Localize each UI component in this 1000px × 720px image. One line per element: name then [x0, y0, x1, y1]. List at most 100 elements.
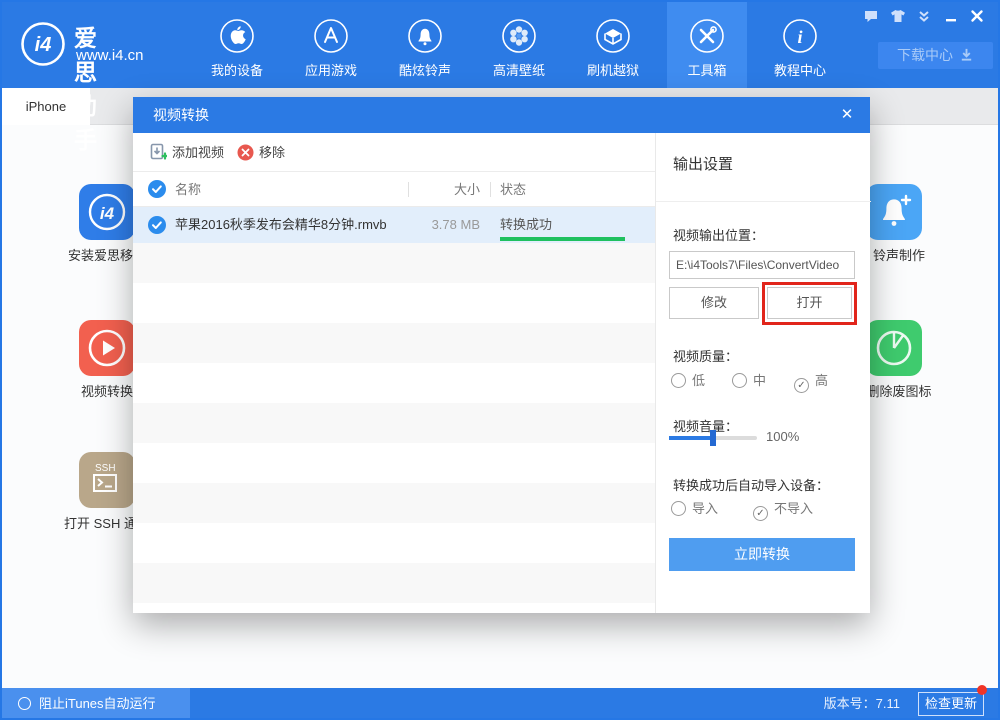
tool-remove-junk-icons-icon[interactable] — [866, 320, 922, 376]
dialog-close-icon[interactable]: ✕ — [836, 105, 858, 125]
nav-ringtones[interactable]: 酷炫铃声 — [385, 0, 465, 88]
nav-flash-jailbreak[interactable]: 刷机越狱 — [573, 0, 653, 88]
add-video-icon — [149, 143, 167, 161]
import-radio[interactable]: 导入 — [671, 498, 718, 516]
svg-text:i: i — [797, 27, 802, 47]
empty-list-rows — [133, 243, 655, 613]
remove-button[interactable]: 移除 — [237, 133, 285, 172]
row-checkbox[interactable] — [148, 216, 166, 234]
dialog-title: 视频转换 — [153, 97, 209, 133]
col-status[interactable]: 状态 — [500, 172, 526, 207]
quality-high-radio[interactable]: ✓高 — [794, 370, 828, 388]
nav-wallpapers[interactable]: 高清壁纸 — [479, 0, 559, 88]
dialog-toolbar: 添加视频 移除 — [133, 133, 655, 172]
app-window: i4 爱思助手 www.i4.cn 我的设备 应用游戏 — [0, 0, 1000, 720]
toggle-circle-icon — [18, 697, 31, 710]
radio-label: 中 — [753, 373, 766, 388]
nav-my-device[interactable]: 我的设备 — [197, 0, 277, 88]
volume-label: 视频音量： — [673, 416, 738, 435]
check-update-button[interactable]: 检查更新 — [918, 692, 984, 716]
info-icon: i — [782, 18, 818, 54]
video-convert-dialog: 视频转换 ✕ 添加视频 移除 名称 — [133, 97, 870, 613]
remove-label: 移除 — [259, 145, 285, 160]
update-notification-dot — [977, 685, 987, 695]
radio-label: 低 — [692, 373, 705, 388]
radio-checked-icon: ✓ — [753, 506, 768, 521]
wallpaper-flower-icon — [501, 18, 537, 54]
nav-label: 教程中心 — [760, 60, 840, 79]
quality-mid-radio[interactable]: 中 — [732, 370, 766, 388]
modify-button[interactable]: 修改 — [669, 287, 759, 319]
col-name[interactable]: 名称 — [175, 172, 201, 207]
radio-icon — [732, 373, 747, 388]
add-video-label: 添加视频 — [172, 145, 224, 160]
svg-text:i4: i4 — [35, 34, 52, 56]
dialog-titlebar: 视频转换 ✕ — [133, 97, 870, 133]
status-bar: 阻止iTunes自动运行 版本号：7.11 检查更新 — [0, 688, 1000, 720]
block-itunes-toggle[interactable]: 阻止iTunes自动运行 — [0, 688, 190, 720]
nav-apps-games[interactable]: 应用游戏 — [291, 0, 371, 88]
volume-slider-fill — [669, 436, 713, 440]
file-size: 3.78 MB — [373, 207, 480, 243]
volume-slider-handle[interactable] — [710, 430, 716, 446]
nav-label: 高清壁纸 — [479, 60, 559, 79]
download-icon — [959, 47, 974, 62]
close-icon[interactable] — [968, 7, 986, 25]
tool-ssh-icon[interactable]: SSH — [79, 452, 135, 508]
nav-label: 工具箱 — [667, 60, 747, 79]
feedback-icon[interactable] — [862, 7, 880, 25]
col-size[interactable]: 大小 — [413, 172, 480, 207]
app-title: 爱思助手 — [74, 19, 100, 155]
file-name: 苹果2016秋季发布会精华8分钟.rmvb — [175, 207, 387, 243]
jailbreak-box-icon — [595, 18, 631, 54]
download-center-button[interactable]: 下载中心 — [878, 42, 993, 69]
column-divider — [408, 182, 409, 197]
nav-label: 刷机越狱 — [573, 60, 653, 79]
collapse-icon[interactable] — [915, 7, 933, 25]
apple-icon — [219, 18, 255, 54]
open-button[interactable]: 打开 — [767, 287, 852, 319]
select-all-checkbox[interactable] — [148, 180, 166, 198]
no-import-radio[interactable]: ✓不导入 — [753, 498, 813, 516]
tool-install-i4-icon[interactable]: i4 — [79, 184, 135, 240]
radio-label: 导入 — [692, 501, 718, 516]
panel-title: 输出设置 — [673, 153, 733, 174]
tool-video-convert-icon[interactable] — [79, 320, 135, 376]
radio-icon — [671, 501, 686, 516]
svg-text:SSH: SSH — [95, 463, 116, 474]
svg-text:i4: i4 — [100, 204, 115, 223]
nav-tutorials[interactable]: i 教程中心 — [760, 0, 840, 88]
quality-label: 视频质量： — [673, 346, 738, 365]
app-subtitle: www.i4.cn — [76, 47, 144, 64]
radio-icon — [671, 373, 686, 388]
video-file-row[interactable]: 苹果2016秋季发布会精华8分钟.rmvb 3.78 MB 转换成功 — [133, 207, 655, 243]
table-header: 名称 大小 状态 — [133, 172, 655, 207]
convert-now-button[interactable]: 立即转换 — [669, 538, 855, 571]
column-divider — [490, 182, 491, 197]
auto-import-label: 转换成功后自动导入设备： — [673, 475, 829, 494]
block-itunes-label: 阻止iTunes自动运行 — [39, 696, 156, 711]
volume-value: 100% — [766, 429, 799, 444]
nav-label: 我的设备 — [197, 60, 277, 79]
divider — [656, 201, 871, 202]
nav-toolbox[interactable]: 工具箱 — [667, 0, 747, 88]
nav-label: 酷炫铃声 — [385, 60, 465, 79]
theme-skin-icon[interactable] — [889, 7, 907, 25]
appstore-icon — [313, 18, 349, 54]
add-video-button[interactable]: 添加视频 — [149, 133, 224, 172]
window-controls — [858, 7, 986, 25]
tool-ringtone-maker-icon[interactable] — [866, 184, 922, 240]
remove-icon — [237, 144, 254, 161]
bell-icon — [407, 18, 443, 54]
header-bar: i4 爱思助手 www.i4.cn 我的设备 应用游戏 — [0, 0, 1000, 88]
version-label: 版本号：7.11 — [800, 688, 900, 720]
nav-label: 应用游戏 — [291, 60, 371, 79]
radio-label: 高 — [815, 373, 828, 388]
progress-bar — [500, 237, 625, 241]
quality-low-radio[interactable]: 低 — [671, 370, 705, 388]
minimize-icon[interactable] — [942, 7, 960, 25]
output-path-input[interactable] — [669, 251, 855, 279]
output-settings-panel: 输出设置 视频输出位置： 修改 打开 视频质量： 低 中 ✓高 视频音量： 10… — [655, 133, 870, 613]
output-location-label: 视频输出位置： — [673, 225, 764, 244]
radio-label: 不导入 — [774, 501, 813, 516]
